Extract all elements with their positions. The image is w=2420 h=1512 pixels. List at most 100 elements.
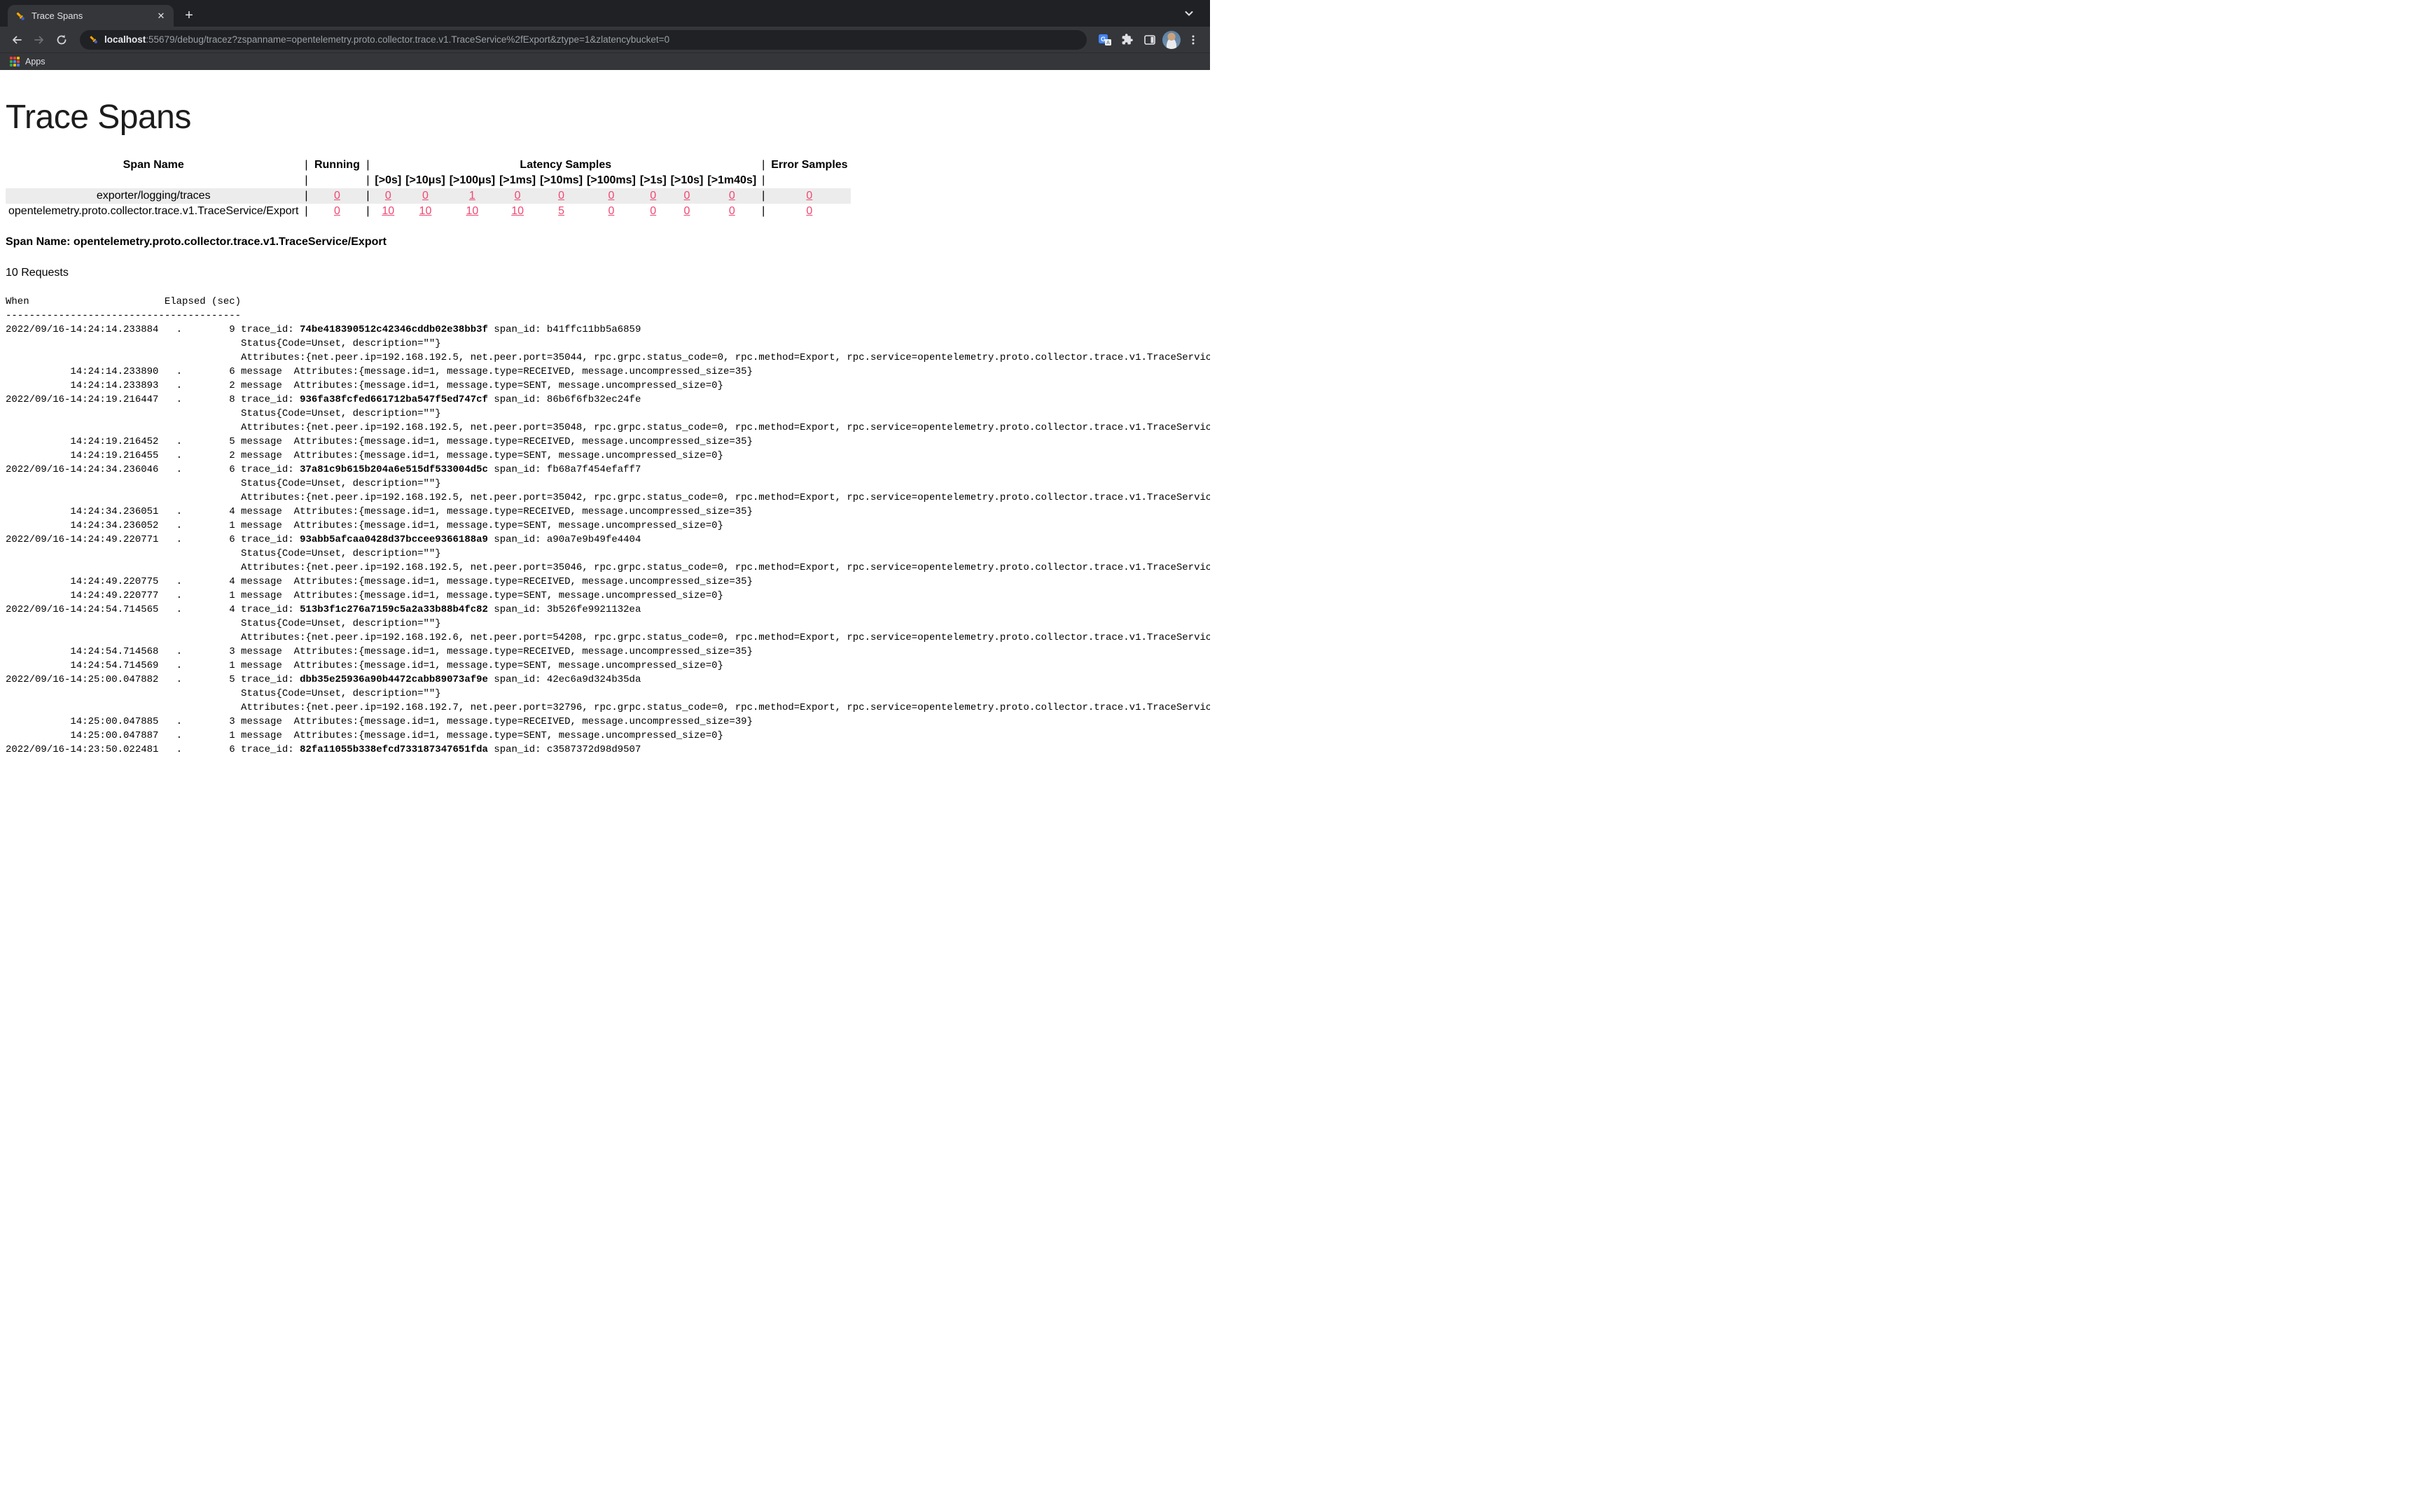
tab-close-icon[interactable]: ✕ xyxy=(155,10,167,22)
trace-id: dbb35e25936a90b4472cabb89073af9e xyxy=(300,674,488,685)
trace-id: 74be418390512c42346cddb02e38bb3f xyxy=(300,324,488,335)
column-separator: | xyxy=(758,173,768,188)
bookmark-apps[interactable]: Apps xyxy=(25,57,46,66)
latency-count-link[interactable]: 10 xyxy=(382,205,394,217)
log-line: ---------------------------------------- xyxy=(6,310,241,321)
log-line: Status{Code=Unset, description=""} xyxy=(6,408,441,419)
svg-text:A: A xyxy=(1106,41,1110,46)
log-line: Attributes:{net.peer.ip=192.168.192.7, n… xyxy=(6,702,1210,713)
latency-count-link[interactable]: 0 xyxy=(385,190,391,202)
log-line: 14:25:00.047885 . 3 message Attributes:{… xyxy=(6,716,753,727)
latency-count-link[interactable]: 0 xyxy=(608,190,614,202)
column-separator: | xyxy=(758,204,768,219)
column-separator: | xyxy=(301,158,311,173)
table-header: Span Name|Running|Latency Samples|Error … xyxy=(6,158,851,188)
latency-count-link[interactable]: 10 xyxy=(466,205,478,217)
column-separator: | xyxy=(301,204,311,219)
latency-count-link[interactable]: 10 xyxy=(419,205,432,217)
latency-count-link[interactable]: 0 xyxy=(515,190,521,202)
header-spacer xyxy=(768,173,850,188)
log-line: 14:24:54.714569 . 1 message Attributes:{… xyxy=(6,660,723,671)
log-line: 14:24:49.220777 . 1 message Attributes:{… xyxy=(6,590,723,601)
reload-button[interactable] xyxy=(52,30,71,50)
header-bucket-1: [>10μs] xyxy=(403,173,447,188)
url-text: localhost:55679/debug/tracez?zspanname=o… xyxy=(104,34,669,45)
log-line: 14:24:19.216452 . 5 message Attributes:{… xyxy=(6,436,753,447)
browser-toolbar: localhost:55679/debug/tracez?zspanname=o… xyxy=(0,27,1210,52)
latency-cell-5: 0 xyxy=(585,188,638,204)
latency-cell-5: 0 xyxy=(585,204,638,219)
log-line: 2022/09/16-14:24:54.714565 . 4 trace_id:… xyxy=(6,604,641,615)
log-line: Status{Code=Unset, description=""} xyxy=(6,478,441,489)
error-count-link[interactable]: 0 xyxy=(806,190,812,202)
latency-count-link[interactable]: 1 xyxy=(469,190,475,202)
latency-cell-6: 0 xyxy=(638,204,669,219)
trace-id: 93abb5afcaa0428d37bccee9366188a9 xyxy=(300,534,488,545)
chevron-down-icon[interactable] xyxy=(1183,8,1195,22)
trace-id: 37a81c9b615b204a6e515df533004d5c xyxy=(300,464,488,475)
header-running: Running xyxy=(311,158,363,173)
header-bucket-3: [>1ms] xyxy=(497,173,538,188)
running-count-link[interactable]: 0 xyxy=(334,205,340,217)
page-title: Trace Spans xyxy=(6,98,1210,136)
running-count-link[interactable]: 0 xyxy=(334,190,340,202)
new-tab-button[interactable]: + xyxy=(179,6,199,25)
log-line: 14:24:34.236052 . 1 message Attributes:{… xyxy=(6,520,723,531)
log-line: 2022/09/16-14:23:50.022481 . 6 trace_id:… xyxy=(6,744,641,755)
latency-count-link[interactable]: 5 xyxy=(558,205,564,217)
latency-count-link[interactable]: 0 xyxy=(729,190,735,202)
svg-text:G: G xyxy=(1101,36,1106,43)
log-line: When Elapsed (sec) xyxy=(6,296,241,307)
menu-icon[interactable] xyxy=(1183,30,1203,50)
header-bucket-8: [>1m40s] xyxy=(705,173,758,188)
log-line: 14:24:34.236051 . 4 message Attributes:{… xyxy=(6,506,753,517)
profile-avatar[interactable] xyxy=(1162,31,1181,49)
column-separator: | xyxy=(363,158,373,173)
running-cell: 0 xyxy=(311,204,363,219)
log-line: Attributes:{net.peer.ip=192.168.192.6, n… xyxy=(6,632,1210,643)
column-separator: | xyxy=(363,188,373,204)
header-bucket-0: [>0s] xyxy=(373,173,403,188)
latency-cell-7: 0 xyxy=(669,188,706,204)
latency-cell-7: 0 xyxy=(669,204,706,219)
forward-button[interactable] xyxy=(29,30,49,50)
back-button[interactable] xyxy=(7,30,27,50)
latency-count-link[interactable]: 0 xyxy=(729,205,735,217)
error-cell: 0 xyxy=(768,188,850,204)
latency-count-link[interactable]: 0 xyxy=(650,190,656,202)
browser-tab[interactable]: Trace Spans ✕ xyxy=(8,5,174,27)
url-path: :55679/debug/tracez?zspanname=openteleme… xyxy=(146,34,669,45)
column-separator: | xyxy=(301,188,311,204)
latency-cell-1: 10 xyxy=(403,204,447,219)
log-line: Attributes:{net.peer.ip=192.168.192.5, n… xyxy=(6,422,1210,433)
column-separator: | xyxy=(758,158,768,173)
side-panel-icon[interactable] xyxy=(1140,30,1160,50)
latency-count-link[interactable]: 0 xyxy=(558,190,564,202)
latency-cell-0: 0 xyxy=(373,188,403,204)
latency-count-link[interactable]: 10 xyxy=(511,205,524,217)
latency-count-link[interactable]: 0 xyxy=(684,190,690,202)
bookmarks-bar: Apps xyxy=(0,52,1210,70)
extensions-icon[interactable] xyxy=(1118,30,1137,50)
latency-count-link[interactable]: 0 xyxy=(422,190,429,202)
translate-icon[interactable]: G A xyxy=(1095,30,1115,50)
apps-grid-icon xyxy=(10,57,20,66)
latency-count-link[interactable]: 0 xyxy=(684,205,690,217)
error-cell: 0 xyxy=(768,204,850,219)
tab-title: Trace Spans xyxy=(32,10,150,21)
latency-cell-6: 0 xyxy=(638,188,669,204)
latency-count-link[interactable]: 0 xyxy=(608,205,614,217)
error-count-link[interactable]: 0 xyxy=(806,205,812,217)
address-bar[interactable]: localhost:55679/debug/tracez?zspanname=o… xyxy=(80,30,1087,50)
header-span-name: Span Name xyxy=(6,158,301,173)
latency-count-link[interactable]: 0 xyxy=(650,205,656,217)
log-line: Attributes:{net.peer.ip=192.168.192.5, n… xyxy=(6,562,1210,573)
latency-cell-4: 5 xyxy=(538,204,585,219)
header-bucket-6: [>1s] xyxy=(638,173,669,188)
latency-cell-0: 10 xyxy=(373,204,403,219)
log-line: Attributes:{net.peer.ip=192.168.192.5, n… xyxy=(6,492,1210,503)
log-line: 2022/09/16-14:24:34.236046 . 6 trace_id:… xyxy=(6,464,641,475)
header-latency-samples: Latency Samples xyxy=(373,158,758,173)
request-count: 10 Requests xyxy=(6,267,1210,279)
latency-cell-3: 0 xyxy=(497,188,538,204)
